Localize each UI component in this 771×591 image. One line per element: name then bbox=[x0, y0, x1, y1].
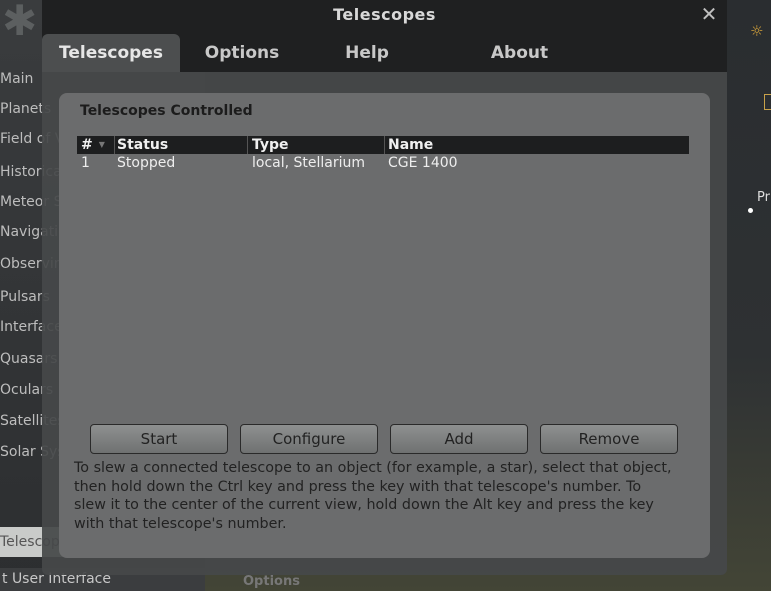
column-header-status[interactable]: Status bbox=[117, 136, 248, 154]
help-text: To slew a connected telescope to an obje… bbox=[74, 460, 672, 532]
tab-bar: Telescopes Options Help About bbox=[42, 34, 727, 72]
dialog-title: Telescopes bbox=[333, 5, 436, 24]
telescopes-table[interactable]: # ▼ Status Type Name 1 Stopped local, Ste… bbox=[77, 136, 689, 396]
column-header-type[interactable]: Type bbox=[252, 136, 385, 154]
close-icon[interactable]: ✕ bbox=[697, 2, 721, 26]
column-header-name[interactable]: Name bbox=[388, 136, 688, 154]
star-marker bbox=[748, 208, 753, 213]
sort-arrow-icon: ▼ bbox=[98, 140, 105, 149]
telescopes-dialog: Telescopes ✕ Telescopes Options Help Abo… bbox=[42, 0, 727, 575]
group-title: Telescopes Controlled bbox=[80, 103, 253, 119]
tab-options[interactable]: Options bbox=[192, 34, 292, 72]
sun-icon: ☼ bbox=[750, 22, 764, 40]
add-button[interactable]: Add bbox=[390, 424, 528, 454]
dialog-titlebar[interactable]: Telescopes ✕ bbox=[42, 0, 727, 34]
column-header-number[interactable]: # ▼ bbox=[81, 136, 115, 154]
background-object-label: Pr bbox=[757, 190, 770, 205]
table-row[interactable]: 1 Stopped local, Stellarium CGE 1400 bbox=[77, 155, 689, 171]
configure-button[interactable]: Configure bbox=[240, 424, 378, 454]
background-marker bbox=[764, 94, 771, 110]
cell-number: 1 bbox=[81, 155, 90, 171]
cell-status: Stopped bbox=[117, 155, 176, 171]
start-button[interactable]: Start bbox=[90, 424, 228, 454]
cell-name: CGE 1400 bbox=[388, 155, 458, 171]
tab-telescopes[interactable]: Telescopes bbox=[42, 34, 180, 72]
background-options-label: Options bbox=[243, 574, 300, 589]
telescopes-controlled-group: Telescopes Controlled # ▼ Status Type Nam… bbox=[59, 93, 710, 558]
tab-help[interactable]: Help bbox=[337, 34, 397, 72]
tab-about[interactable]: About bbox=[482, 34, 557, 72]
cell-type: local, Stellarium bbox=[252, 155, 366, 171]
remove-button[interactable]: Remove bbox=[540, 424, 678, 454]
table-header: # ▼ Status Type Name bbox=[77, 136, 689, 154]
gear-icon: ✱ bbox=[2, 0, 38, 45]
